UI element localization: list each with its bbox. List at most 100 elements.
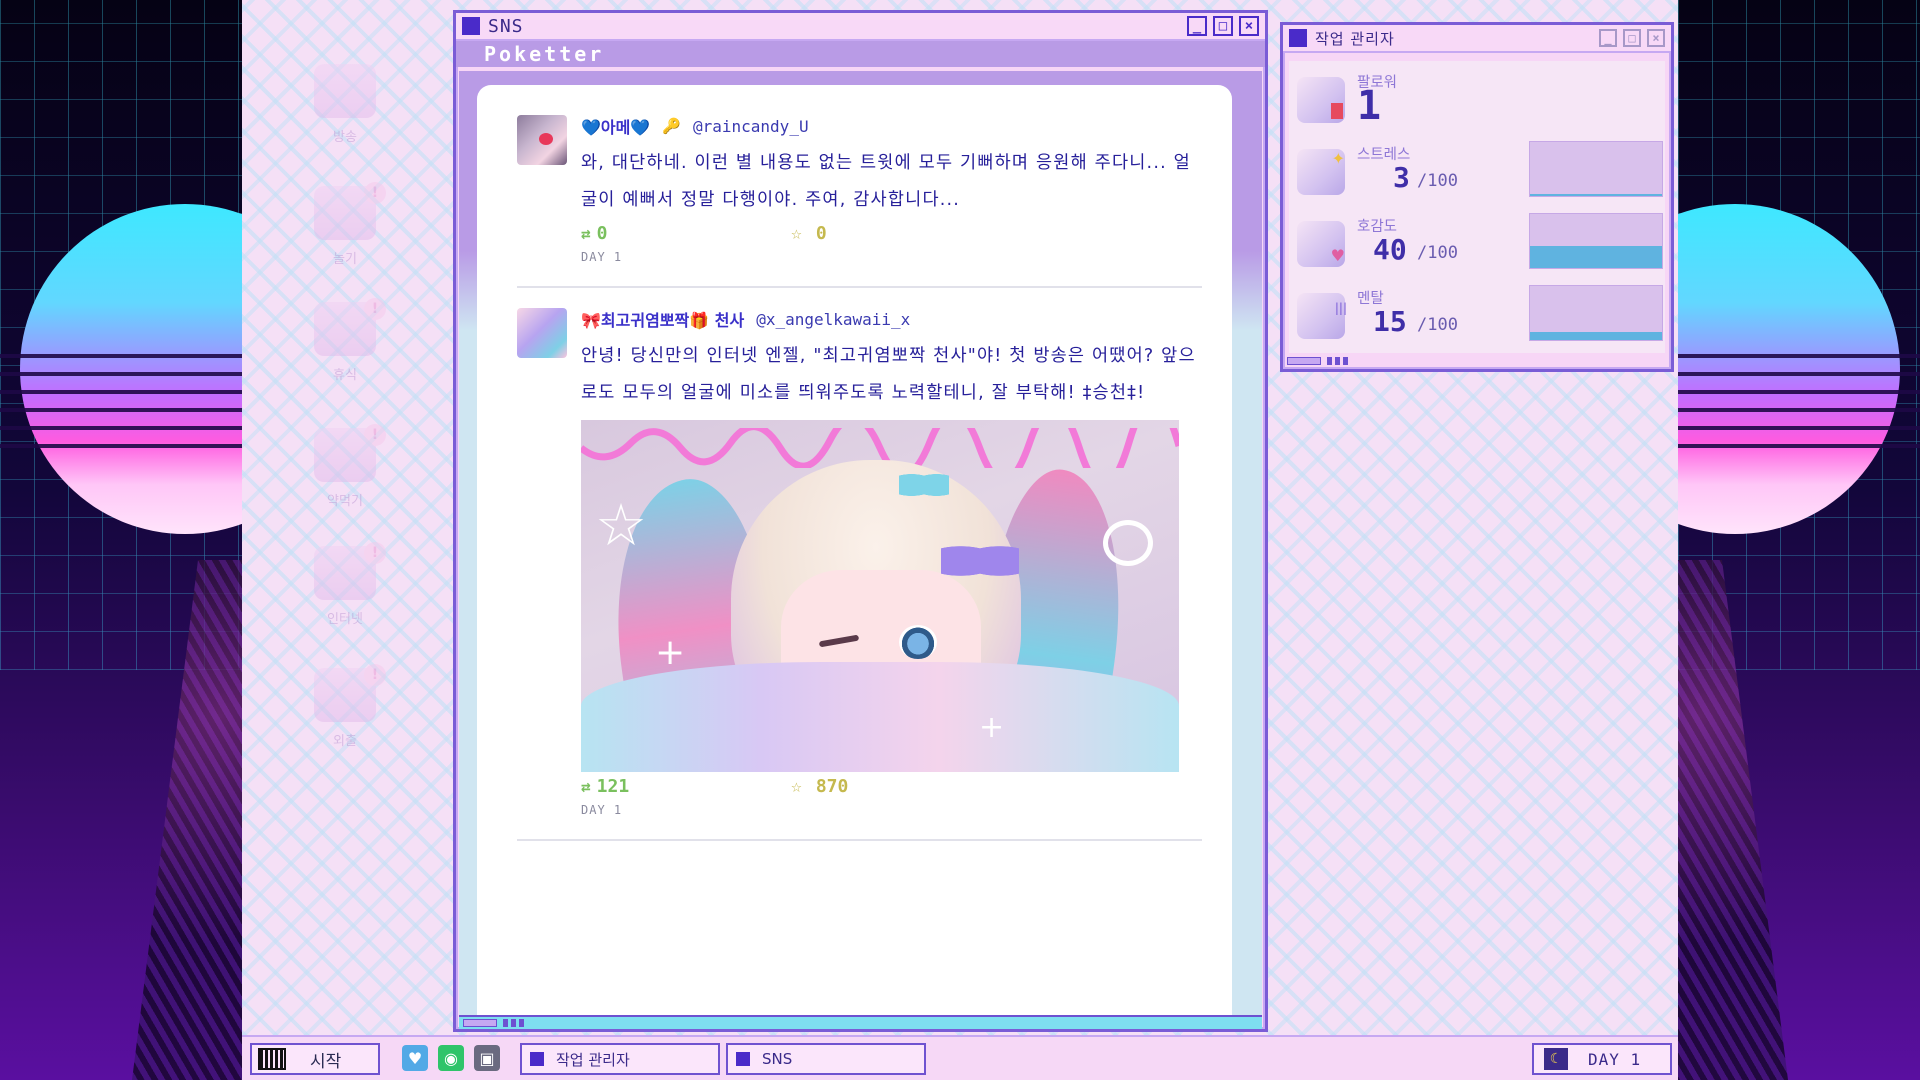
start-logo-icon bbox=[258, 1048, 286, 1070]
moon-icon: ☾ bbox=[1544, 1048, 1568, 1070]
timeline-feed[interactable]: 💙아메💙 🔑 @raincandy_U 와, 대단하네. 이런 별 내용도 없는… bbox=[477, 85, 1232, 1015]
desktop-icon-medicine[interactable]: ! 약먹기 bbox=[300, 424, 390, 509]
key-icon: 🔑 bbox=[662, 117, 681, 135]
desktop-icon-rest[interactable]: ! 휴식 bbox=[300, 298, 390, 383]
alert-badge: ! bbox=[364, 182, 386, 204]
star-doodle-icon: ☆ bbox=[595, 491, 647, 559]
sns-content-area: 💙아메💙 🔑 @raincandy_U 와, 대단하네. 이런 별 내용도 없는… bbox=[459, 71, 1262, 1015]
twitter-icon[interactable]: ♥ bbox=[402, 1045, 428, 1071]
close-button[interactable]: × bbox=[1647, 29, 1665, 47]
post-header: 🎀최고귀염뽀짝🎁 천사 @x_angelkawaii_x bbox=[581, 307, 1202, 331]
stat-stress: 스트레스 3 /100 bbox=[1289, 137, 1665, 207]
post: 🎀최고귀염뽀짝🎁 천사 @x_angelkawaii_x 안녕! 당신만의 인터… bbox=[517, 308, 1202, 841]
retweet-icon: ⇄ bbox=[581, 777, 591, 796]
messenger-icon[interactable]: ◉ bbox=[438, 1045, 464, 1071]
taskbar-item-sns[interactable]: SNS bbox=[726, 1043, 926, 1075]
minimize-button[interactable]: _ bbox=[1187, 16, 1207, 36]
affection-icon bbox=[1297, 221, 1345, 267]
desktop-icon-stream[interactable]: 방송 bbox=[300, 64, 390, 145]
desktop-icon-label: 외출 bbox=[333, 734, 357, 749]
close-button[interactable]: × bbox=[1239, 16, 1259, 36]
stat-mental: 멘탈 15 /100 bbox=[1289, 281, 1665, 351]
stat-value: 40 bbox=[1373, 233, 1407, 266]
start-button[interactable]: 시작 bbox=[250, 1043, 380, 1075]
window-icon bbox=[462, 17, 480, 35]
taskbar-item-label: 작업 관리자 bbox=[556, 1050, 630, 1069]
computer-icon[interactable]: ▣ bbox=[474, 1045, 500, 1071]
window-icon bbox=[530, 1052, 544, 1066]
retweet-stat[interactable]: ⇄ 121 bbox=[581, 776, 791, 797]
favorite-count: 870 bbox=[815, 776, 849, 797]
stress-icon bbox=[1297, 149, 1345, 195]
background-sun-stripes bbox=[1678, 340, 1920, 460]
affection-bar bbox=[1529, 213, 1663, 269]
alert-badge: ! bbox=[364, 542, 386, 564]
character-hoodie bbox=[581, 662, 1179, 772]
stat-max: /100 bbox=[1417, 171, 1458, 191]
mental-icon bbox=[1297, 293, 1347, 339]
stat-followers: 팔로워 1 bbox=[1289, 65, 1665, 135]
window-icon bbox=[1289, 29, 1307, 47]
desktop-icon-play[interactable]: ! 놀기 bbox=[300, 182, 390, 267]
mental-bar-fill bbox=[1530, 332, 1662, 340]
retweet-count: 0 bbox=[596, 223, 608, 244]
stat-affection: 호감도 40 /100 bbox=[1289, 209, 1665, 279]
post-stats: ⇄ 0 ☆ 0 bbox=[581, 223, 1202, 244]
poketter-header: Poketter bbox=[456, 41, 1265, 67]
user-handle[interactable]: @raincandy_U bbox=[693, 117, 809, 136]
purple-bow bbox=[941, 538, 1019, 584]
day-label: DAY 1 bbox=[1588, 1049, 1642, 1069]
display-name[interactable]: 💙아메💙 bbox=[581, 114, 650, 138]
favorite-stat[interactable]: ☆ 0 bbox=[791, 223, 827, 244]
sns-titlebar[interactable]: SNS _ □ × bbox=[456, 13, 1265, 41]
stat-max: /100 bbox=[1417, 243, 1458, 263]
window-status-strip bbox=[1287, 357, 1667, 367]
avatar[interactable] bbox=[517, 115, 567, 165]
task-manager-titlebar[interactable]: 작업 관리자 _ □ × bbox=[1283, 25, 1671, 53]
avatar[interactable] bbox=[517, 308, 567, 358]
desktop-icon-label: 약먹기 bbox=[327, 494, 363, 509]
post-text: 안녕! 당신만의 인터넷 엔젤, "최고귀염뽀짝 천사"야! 첫 방송은 어땠어… bbox=[581, 346, 1196, 403]
desktop-icon-label: 인터넷 bbox=[327, 612, 363, 627]
alert-badge: ! bbox=[364, 424, 386, 446]
stat-value: 1 bbox=[1357, 83, 1382, 129]
minimize-button[interactable]: _ bbox=[1599, 29, 1617, 47]
stat-value: 3 bbox=[1393, 161, 1410, 194]
user-handle[interactable]: @x_angelkawaii_x bbox=[756, 310, 910, 329]
window-title: 작업 관리자 bbox=[1315, 29, 1395, 48]
taskbar-item-task-manager[interactable]: 작업 관리자 bbox=[520, 1043, 720, 1075]
window-controls: _ □ × bbox=[1187, 16, 1259, 36]
post-image[interactable]: ☆ + + bbox=[581, 420, 1179, 772]
window-icon bbox=[736, 1052, 750, 1066]
favorite-stat[interactable]: ☆ 870 bbox=[791, 776, 848, 797]
stress-bar-fill bbox=[1530, 194, 1662, 196]
followers-icon bbox=[1297, 77, 1345, 123]
maximize-button[interactable]: □ bbox=[1623, 29, 1641, 47]
retweet-icon: ⇄ bbox=[581, 224, 591, 243]
post-text: 와, 대단하네. 이런 별 내용도 없는 트윗에 모두 기뻐하며 응원해 주다니… bbox=[581, 153, 1191, 210]
display-name[interactable]: 🎀최고귀염뽀짝🎁 천사 bbox=[581, 307, 744, 331]
taskbar: 시작 ♥ ◉ ▣ 작업 관리자 SNS ☾ DAY 1 bbox=[242, 1035, 1678, 1080]
cyan-bow bbox=[899, 468, 949, 502]
desktop-icon-label: 놀기 bbox=[333, 252, 357, 267]
desktop-icon-outing[interactable]: ! 외출 bbox=[300, 664, 390, 749]
stat-value: 15 bbox=[1373, 305, 1407, 338]
stats-panel: 팔로워 1 스트레스 3 /100 호감도 40 /100 멘탈 15 /100 bbox=[1289, 61, 1665, 353]
post-stats: ⇄ 121 ☆ 870 bbox=[581, 776, 1202, 797]
desktop-icon-label: 휴식 bbox=[333, 368, 357, 383]
background-sun-stripes bbox=[0, 340, 242, 460]
background-right-panel bbox=[1678, 0, 1920, 1080]
alert-badge: ! bbox=[364, 298, 386, 320]
sns-window: SNS _ □ × Poketter 💙아메💙 🔑 @raincandy_U 와… bbox=[453, 10, 1268, 1032]
retweet-stat[interactable]: ⇄ 0 bbox=[581, 223, 791, 244]
background-left-panel bbox=[0, 0, 242, 1080]
maximize-button[interactable]: □ bbox=[1213, 16, 1233, 36]
day-indicator: ☾ DAY 1 bbox=[1532, 1043, 1672, 1075]
stress-bar bbox=[1529, 141, 1663, 197]
desktop-icon-internet[interactable]: ! 인터넷 bbox=[300, 542, 390, 627]
sparkle-icon: + bbox=[979, 710, 1005, 745]
window-status-strip bbox=[459, 1015, 1262, 1029]
mental-bar bbox=[1529, 285, 1663, 341]
post: 💙아메💙 🔑 @raincandy_U 와, 대단하네. 이런 별 내용도 없는… bbox=[517, 115, 1202, 288]
alert-badge: ! bbox=[364, 664, 386, 686]
